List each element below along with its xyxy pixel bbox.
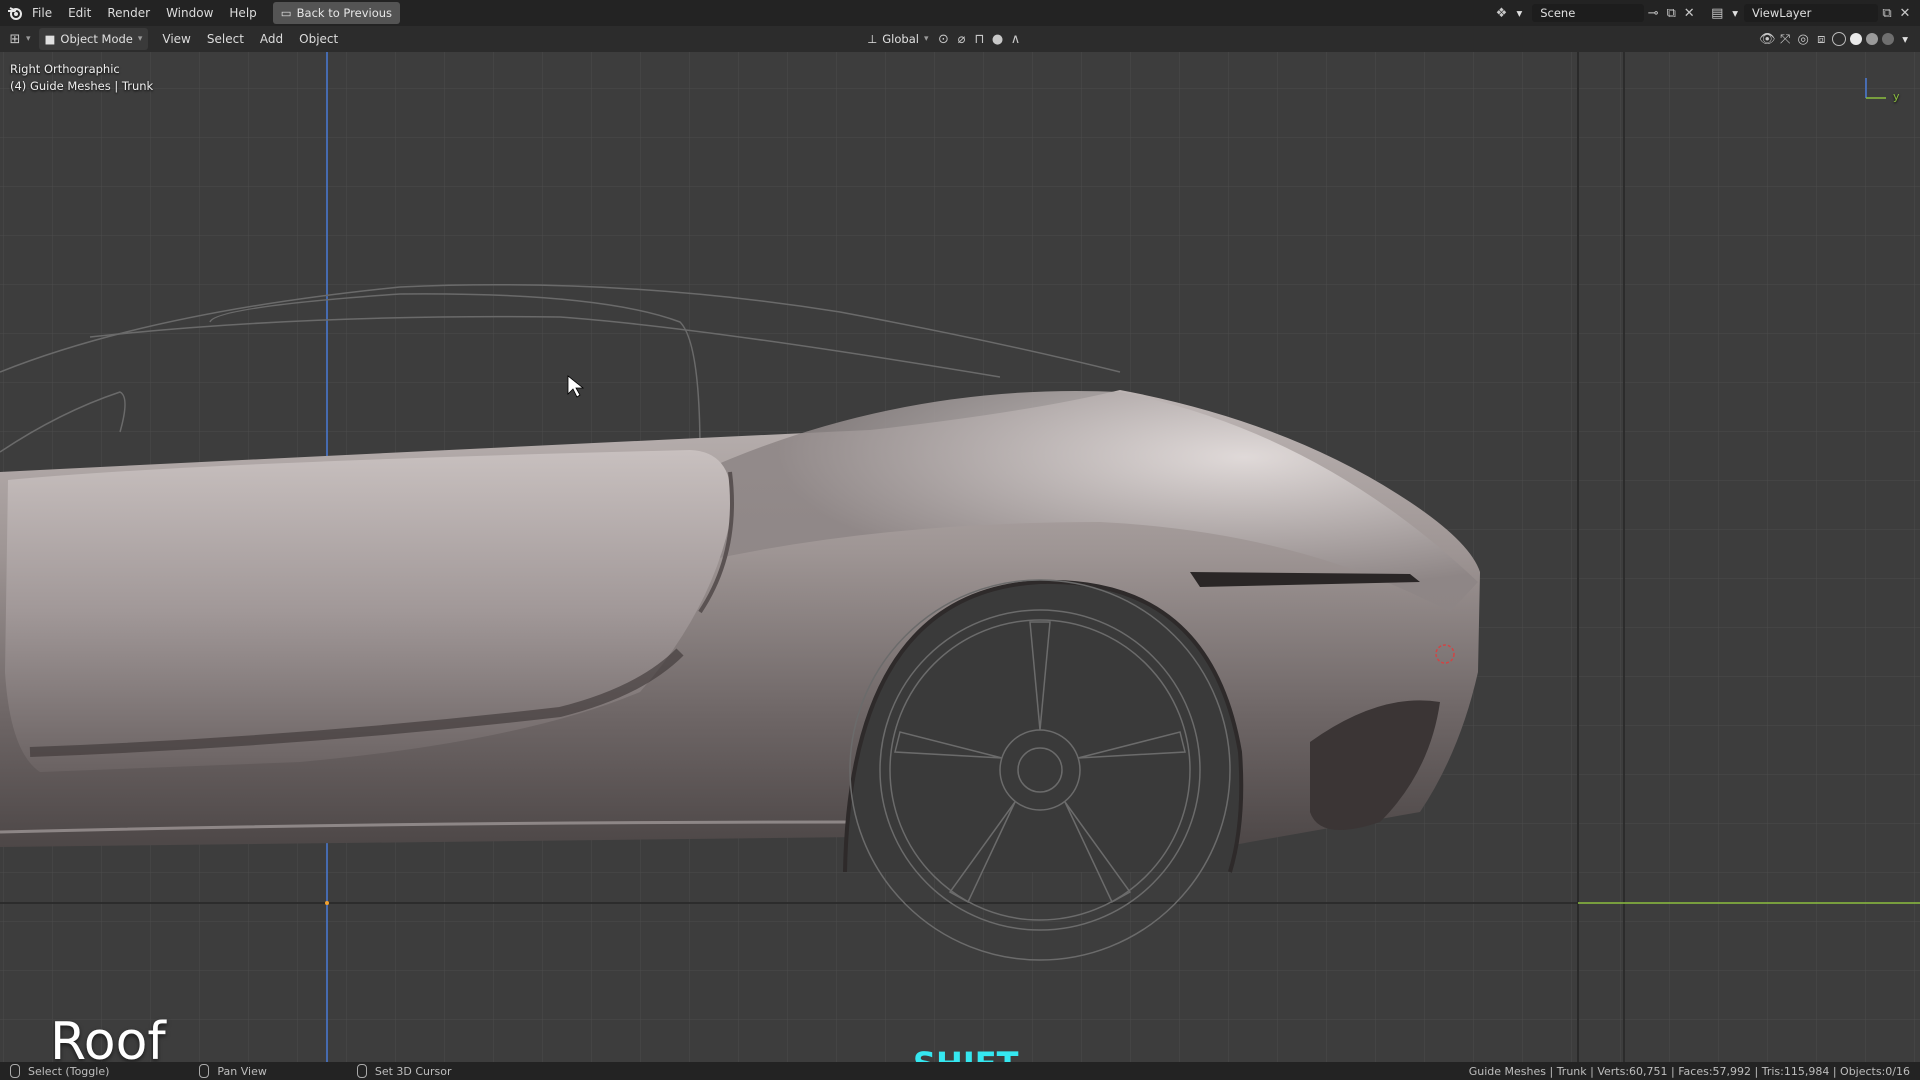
blender-logo-icon[interactable] <box>6 4 24 22</box>
menu-window[interactable]: Window <box>158 3 221 23</box>
view-layer-field[interactable]: ViewLayer <box>1744 4 1878 22</box>
collection-info-label: (4) Guide Meshes | Trunk <box>10 79 154 93</box>
object-mode-dropdown[interactable]: ■ Object Mode ▾ <box>38 28 149 50</box>
shading-options-arrow[interactable]: ▾ <box>1896 28 1914 50</box>
status-cursor-label: Set 3D Cursor <box>374 1064 452 1078</box>
snap-target-icon[interactable]: ⊓ <box>970 30 988 48</box>
view-layer-dropdown-arrow[interactable]: ▾ <box>1726 2 1744 24</box>
editor-type-icon[interactable]: ⊞ <box>6 30 24 48</box>
status-set-cursor: Set 3D Cursor <box>356 1064 452 1078</box>
editor-type-arrow[interactable]: ▾ <box>24 30 33 48</box>
scene-name-field[interactable]: Scene <box>1532 4 1645 22</box>
rendered-shading-icon[interactable] <box>1882 33 1895 45</box>
caption-roof: Roof <box>50 1012 166 1062</box>
overlays-icon[interactable]: ◎ <box>1794 30 1812 48</box>
view-layer-icon[interactable]: ▤ <box>1708 4 1726 22</box>
solid-shading-icon[interactable] <box>1850 33 1863 45</box>
menu-object[interactable]: Object <box>291 29 346 49</box>
menu-file[interactable]: File <box>24 3 60 23</box>
transform-orientation-dropdown[interactable]: ⊥ Global ▾ <box>861 28 934 50</box>
right-mouse-icon <box>356 1064 367 1078</box>
3d-viewport[interactable]: Right Orthographic (4) Guide Meshes | Tr… <box>0 52 1920 1062</box>
proportional-edit-icon[interactable]: ● <box>988 30 1006 48</box>
chevron-down-icon: ▾ <box>923 34 929 44</box>
orientation-icon: ⊥ <box>867 32 878 46</box>
menu-add[interactable]: Add <box>252 29 291 49</box>
gizmo-y-label: y <box>1893 90 1900 103</box>
menu-help[interactable]: Help <box>221 3 264 23</box>
menu-select[interactable]: Select <box>199 29 252 49</box>
falloff-icon[interactable]: ∧ <box>1006 30 1024 48</box>
status-select-label: Select (Toggle) <box>28 1064 110 1078</box>
wireframe-shading-icon[interactable] <box>1832 32 1847 46</box>
delete-scene-icon[interactable]: ✕ <box>1680 4 1698 22</box>
left-mouse-icon <box>10 1064 20 1078</box>
scene-dropdown-arrow[interactable]: ▾ <box>1510 2 1528 24</box>
back-to-previous-label: Back to Previous <box>296 6 393 20</box>
back-to-previous-button[interactable]: ▭ Back to Previous <box>272 2 401 24</box>
pivot-point-icon[interactable]: ⊙ <box>934 30 952 48</box>
menu-view[interactable]: View <box>154 29 198 49</box>
snap-icon[interactable]: ⌀ <box>952 30 970 48</box>
scene-statistics: Guide Meshes | Trunk | Verts:60,751 | Fa… <box>1468 1064 1910 1078</box>
object-mode-label: Object Mode <box>60 32 133 46</box>
viewport-canvas[interactable] <box>0 52 1920 1062</box>
status-pan-view: Pan View <box>199 1064 267 1078</box>
gizmo-icon[interactable]: ⤧ <box>1776 30 1794 48</box>
xray-icon[interactable]: ⧈ <box>1812 30 1830 48</box>
delete-view-layer-icon[interactable]: ✕ <box>1896 4 1914 22</box>
menu-render[interactable]: Render <box>99 3 158 23</box>
new-scene-icon[interactable]: ⧉ <box>1662 4 1680 22</box>
visibility-icon[interactable]: 👁 <box>1758 30 1776 48</box>
view-name-label: Right Orthographic <box>10 62 120 76</box>
status-select-toggle: Select (Toggle) <box>10 1064 109 1078</box>
screen-icon: ▭ <box>280 6 292 20</box>
viewport-header: ⊞ ▾ ■ Object Mode ▾ View Select Add Obje… <box>0 26 1920 52</box>
scene-icon[interactable]: ❖ <box>1492 4 1510 22</box>
status-bar: Select (Toggle) Pan View Set 3D Cursor G… <box>0 1062 1920 1080</box>
status-pan-label: Pan View <box>217 1064 267 1078</box>
transform-orientation-label: Global <box>882 32 919 46</box>
middle-mouse-icon <box>199 1064 210 1078</box>
material-preview-icon[interactable] <box>1866 33 1879 45</box>
chevron-down-icon: ▾ <box>137 34 143 44</box>
pin-icon[interactable]: ⊸ <box>1644 4 1662 22</box>
top-menu-bar: File Edit Render Window Help ▭ Back to P… <box>0 0 1920 26</box>
menu-edit[interactable]: Edit <box>60 3 99 23</box>
origin-point <box>325 901 329 905</box>
new-view-layer-icon[interactable]: ⧉ <box>1878 4 1896 22</box>
caption-shift-key: SHIFT <box>913 1045 1018 1062</box>
object-mode-icon: ■ <box>44 32 56 46</box>
